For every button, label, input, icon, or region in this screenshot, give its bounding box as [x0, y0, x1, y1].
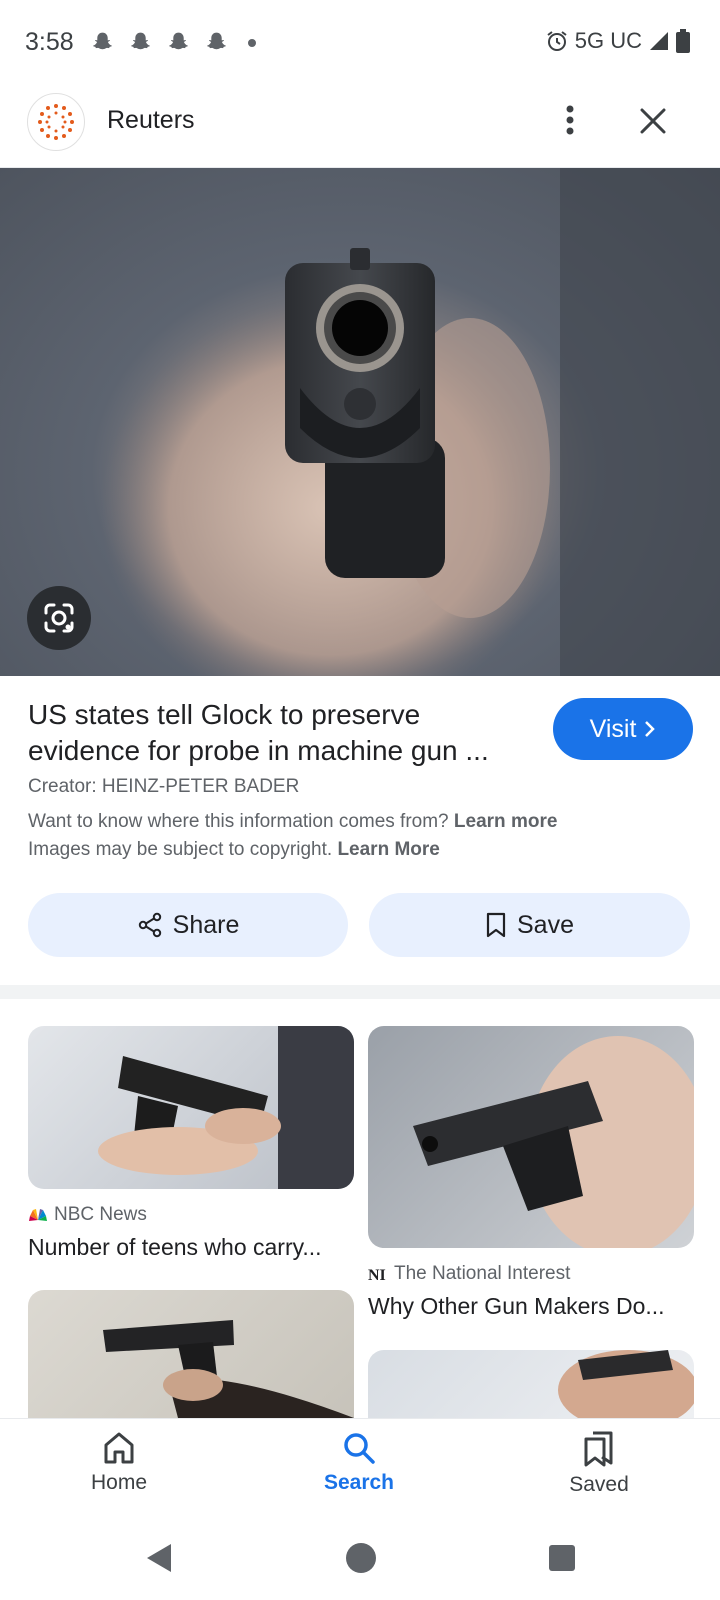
share-button[interactable]: Share: [28, 893, 348, 957]
image-viewer-header: Reuters: [0, 86, 720, 168]
reuters-logo[interactable]: [27, 93, 85, 151]
system-navigation-bar: [0, 1526, 720, 1600]
handgun-photo: [100, 168, 720, 676]
home-circle-icon[interactable]: [345, 1542, 377, 1574]
visit-button[interactable]: Visit: [553, 698, 693, 760]
snapchat-icon: [169, 32, 188, 50]
related-image-3[interactable]: [28, 1290, 354, 1418]
signal-icon: [650, 32, 668, 50]
related-title-1[interactable]: Number of teens who carry...: [28, 1234, 348, 1261]
nbc-logo-icon: [29, 1209, 47, 1221]
share-icon: [138, 912, 161, 938]
more-vert-icon: [566, 105, 574, 135]
related-source-2[interactable]: NI The National Interest: [368, 1263, 570, 1285]
nav-home[interactable]: Home: [59, 1431, 179, 1495]
handgun-photo-4: [558, 1350, 694, 1418]
battery-icon: [676, 29, 690, 53]
related-title-2[interactable]: Why Other Gun Makers Do...: [368, 1293, 688, 1320]
nav-saved[interactable]: Saved: [539, 1431, 659, 1497]
nav-search-label: Search: [323, 1471, 395, 1494]
related-image-2[interactable]: [368, 1026, 694, 1248]
status-bar: 3:58 5G UC: [0, 0, 720, 86]
related-image-4[interactable]: [368, 1350, 694, 1418]
close-icon: [640, 108, 666, 134]
handgun-photo-3: [103, 1320, 354, 1418]
network-label: 5G UC: [574, 28, 642, 53]
info-source-line: Want to know where this information come…: [28, 811, 557, 833]
creator-credit: Creator: HEINZ-PETER BADER: [28, 776, 300, 797]
learn-more-link[interactable]: Learn more: [454, 811, 557, 832]
home-icon: [104, 1432, 134, 1464]
snapchat-icon: [93, 32, 112, 50]
saved-icon: [584, 1431, 613, 1467]
google-lens-button[interactable]: [27, 586, 91, 650]
alarm-icon: [547, 31, 567, 51]
more-options-button[interactable]: [548, 98, 592, 142]
related-image-1[interactable]: [28, 1026, 354, 1189]
save-button[interactable]: Save: [369, 893, 690, 957]
nav-search[interactable]: Search: [299, 1431, 419, 1495]
status-time: 3:58: [25, 28, 74, 56]
recents-icon[interactable]: [548, 1544, 576, 1572]
snapchat-icon: [131, 32, 150, 50]
more-notifications-dot: [248, 39, 256, 47]
copyright-text: Images may be subject to copyright.: [28, 839, 333, 860]
snapchat-icon: [207, 32, 226, 50]
handgun-photo-1: [98, 1026, 354, 1189]
back-icon[interactable]: [145, 1542, 173, 1574]
nav-home-label: Home: [90, 1471, 148, 1494]
search-icon: [344, 1433, 375, 1464]
info-text: Want to know where this information come…: [28, 811, 449, 832]
copyright-learn-more-link[interactable]: Learn More: [337, 839, 439, 860]
source-name-2: The National Interest: [394, 1263, 571, 1284]
source-name[interactable]: Reuters: [107, 106, 195, 135]
image-title[interactable]: US states tell Glock to preserve evidenc…: [28, 697, 518, 769]
close-button[interactable]: [630, 98, 676, 144]
source-name-1: NBC News: [54, 1204, 147, 1225]
main-image[interactable]: [0, 168, 720, 676]
bottom-navigation: Home Search Saved: [0, 1418, 720, 1526]
reuters-logo-icon: [38, 104, 74, 140]
related-source-1[interactable]: NBC News: [28, 1204, 147, 1226]
visit-label: Visit: [589, 714, 637, 743]
share-label: Share: [172, 910, 240, 939]
national-interest-logo-icon: NI: [368, 1267, 386, 1283]
bookmark-icon: [486, 912, 506, 938]
svg-text:NI: NI: [368, 1267, 386, 1283]
save-label: Save: [517, 910, 574, 939]
notification-icons: [90, 30, 256, 56]
chevron-right-icon: [645, 721, 656, 737]
section-divider: [0, 985, 720, 999]
nav-saved-label: Saved: [569, 1473, 629, 1496]
status-indicators: 5G UC: [545, 28, 690, 54]
lens-icon: [44, 603, 74, 633]
handgun-photo-2: [413, 1036, 694, 1248]
copyright-line: Images may be subject to copyright. Lear…: [28, 839, 440, 861]
